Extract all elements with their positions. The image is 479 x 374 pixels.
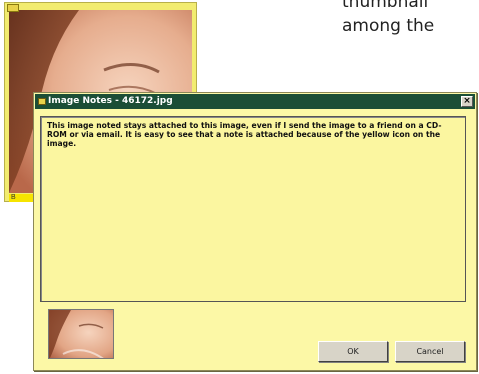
cancel-button[interactable]: Cancel xyxy=(395,341,465,362)
background-text-line2: among the xyxy=(342,16,435,36)
image-notes-dialog: Image Notes - 46172.jpg × This image not… xyxy=(33,92,477,371)
ok-button[interactable]: OK xyxy=(318,341,388,362)
close-button[interactable]: × xyxy=(461,96,473,107)
background-text-line1: thumbnail xyxy=(342,0,429,12)
note-image-preview xyxy=(48,309,114,359)
close-icon: × xyxy=(463,96,471,106)
note-icon xyxy=(38,98,46,105)
note-textarea[interactable]: This image noted stays attached to this … xyxy=(40,116,466,302)
page: thumbnail among the B Image Notes - 4617… xyxy=(0,0,479,374)
portrait-photo-small xyxy=(49,310,113,358)
dialog-title: Image Notes - 46172.jpg xyxy=(48,96,173,106)
note-icon xyxy=(7,4,19,12)
dialog-titlebar[interactable]: Image Notes - 46172.jpg × xyxy=(35,94,475,109)
